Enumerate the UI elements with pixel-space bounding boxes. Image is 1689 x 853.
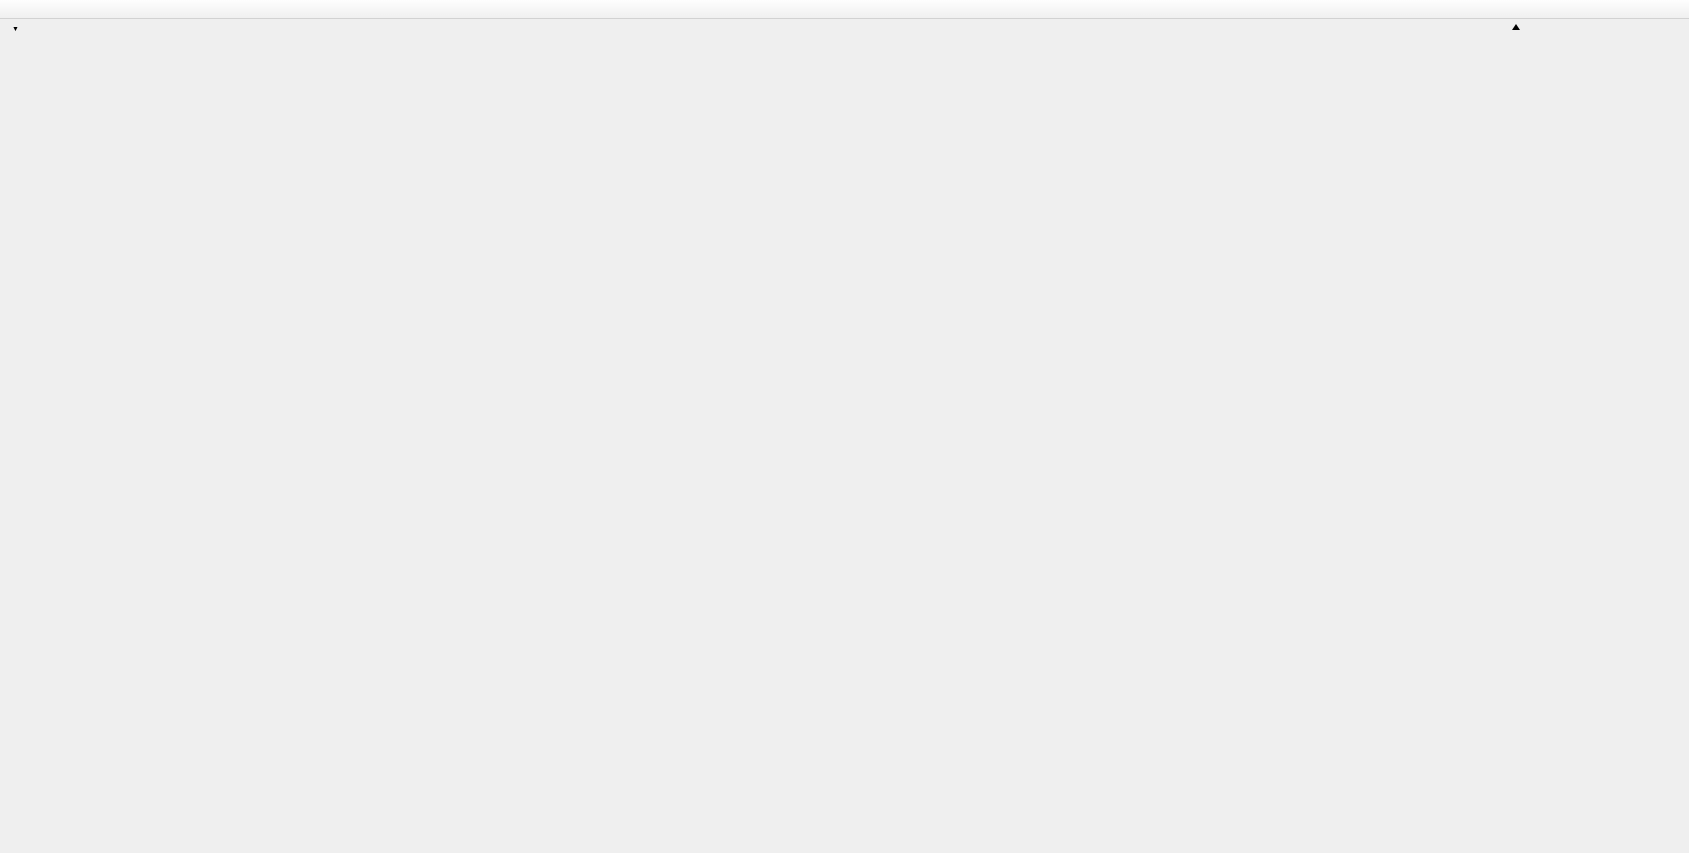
- main-toolbar: [0, 0, 1689, 19]
- chart-menu-collapse-icon[interactable]: ▼: [12, 26, 19, 33]
- chart-title: ▼: [12, 26, 33, 33]
- candlestick-chart-canvas[interactable]: [0, 0, 1689, 853]
- chart-shift-marker[interactable]: [1512, 24, 1520, 30]
